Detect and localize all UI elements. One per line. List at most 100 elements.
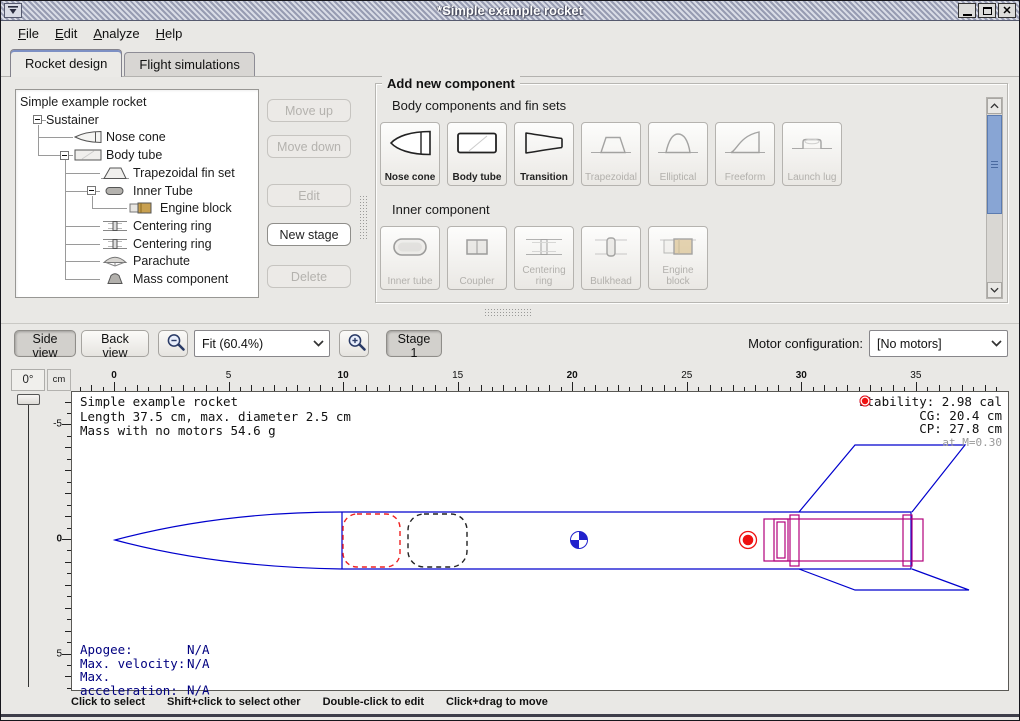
stability-info: Stability: 2.98 cal CG: 20.4 cm CP: 27.8…: [859, 395, 1002, 449]
zoom-out-icon: [165, 332, 187, 354]
component-tree[interactable]: Simple example rocketSustainer Nose coneB…: [15, 89, 259, 298]
mach-note: at M=0.30: [859, 436, 1002, 450]
tree-expander[interactable]: [33, 115, 42, 124]
tree-connector: [65, 279, 101, 280]
add-freeform-button[interactable]: Freeform: [715, 122, 775, 186]
add-engine-block-button[interactable]: Engine block: [648, 226, 708, 290]
mass-icon: [100, 272, 130, 291]
add-centering-ring-button[interactable]: Centering ring: [514, 226, 574, 290]
delete-button[interactable]: Delete: [267, 265, 351, 288]
innertube-icon: [100, 184, 130, 203]
tree-item-sustainer[interactable]: Sustainer: [46, 111, 99, 129]
add-bulkhead-button[interactable]: Bulkhead: [581, 226, 641, 290]
close-button[interactable]: ✕: [998, 3, 1016, 18]
ruler-tick: [572, 382, 573, 391]
ruler-label: 0: [56, 534, 62, 545]
tree-item-centering-ring[interactable]: Centering ring: [133, 217, 212, 235]
zoom-select[interactable]: Fit (60.4%): [194, 330, 330, 357]
nosecone-icon: [73, 130, 103, 149]
tree-connector: [38, 137, 74, 138]
maximize-button[interactable]: [978, 3, 996, 18]
tree-item-centering-ring[interactable]: Centering ring: [133, 235, 212, 253]
tree-item-body-tube[interactable]: Body tube: [106, 146, 162, 164]
tree-item-nose-cone[interactable]: Nose cone: [106, 128, 166, 146]
vertical-splitter[interactable]: [359, 195, 367, 239]
vertical-ruler: -505: [47, 391, 71, 691]
component-button-label: Elliptical: [660, 172, 697, 183]
menu-help[interactable]: Help: [149, 24, 190, 43]
component-button-label: Freeform: [725, 172, 766, 183]
component-scrollbar[interactable]: [986, 97, 1003, 299]
side-view-button[interactable]: Side view: [14, 330, 76, 357]
add-launch-lug-button[interactable]: Launch lug: [782, 122, 842, 186]
chevron-down-icon: [985, 340, 1007, 347]
component-button-label: Body tube: [453, 172, 502, 183]
zoom-in-button[interactable]: [339, 330, 369, 357]
motor-configuration-select[interactable]: [No motors]: [869, 330, 1008, 357]
rocket-outline: [115, 445, 969, 590]
stage-1-button[interactable]: Stage 1: [386, 330, 442, 357]
inner-component-row: Inner tubeCouplerCentering ringBulkheadE…: [380, 226, 708, 290]
tab-label: Rocket design: [25, 56, 107, 71]
rotation-slider-handle[interactable]: [17, 394, 40, 405]
ruler-tick: [916, 382, 917, 391]
ruler-label: 35: [910, 370, 921, 381]
add-component-title: Add new component: [382, 76, 520, 91]
menu-edit[interactable]: Edit: [48, 24, 84, 43]
ruler-label: 25: [681, 370, 692, 381]
tree-item-engine-block[interactable]: Engine block: [160, 199, 232, 217]
new-stage-button[interactable]: New stage: [267, 223, 351, 246]
ruler-tick: [343, 382, 344, 391]
menu-file[interactable]: File: [11, 24, 46, 43]
cg-value: CG: 20.4 cm: [919, 409, 1002, 423]
tree-connector: [65, 244, 101, 245]
back-view-button[interactable]: Back view: [81, 330, 149, 357]
motor-mount-outline: [764, 515, 923, 566]
nosecone-icon: [388, 127, 432, 159]
add-coupler-button[interactable]: Coupler: [447, 226, 507, 290]
zoom-in-icon: [346, 332, 368, 354]
tree-connector: [38, 155, 61, 156]
ruler-tick: [62, 654, 71, 655]
app-window: *Simple example rocket ✕ FileEditAnalyze…: [0, 0, 1020, 721]
tree-connector: [65, 173, 101, 174]
inner-component-label: Inner component: [392, 202, 490, 217]
tree-item-mass-component[interactable]: Mass component: [133, 270, 228, 288]
scroll-down-button[interactable]: [987, 282, 1002, 298]
move-up-button[interactable]: Move up: [267, 99, 351, 122]
add-nose-cone-button[interactable]: Nose cone: [380, 122, 440, 186]
add-transition-button[interactable]: Transition: [514, 122, 574, 186]
finset-icon: [100, 166, 130, 185]
ruler-label: 15: [452, 370, 463, 381]
tab-rocket-design[interactable]: Rocket design: [10, 49, 122, 77]
tree-item-inner-tube[interactable]: Inner Tube: [133, 182, 193, 200]
minimize-button[interactable]: [958, 3, 976, 18]
tree-connector: [65, 261, 101, 262]
menu-analyze[interactable]: Analyze: [86, 24, 146, 43]
action-button-column: Move up Move down Edit New stage Delete: [267, 97, 351, 297]
tree-item-trapezoidal-fin-set[interactable]: Trapezoidal fin set: [133, 164, 235, 182]
title-bar[interactable]: *Simple example rocket ✕: [1, 1, 1019, 21]
zoom-out-button[interactable]: [158, 330, 188, 357]
add-elliptical-button[interactable]: Elliptical: [648, 122, 708, 186]
rotation-slider-track: [28, 395, 29, 687]
tab-flight-simulations[interactable]: Flight simulations: [124, 52, 254, 76]
component-button-label: Trapezoidal: [585, 172, 637, 183]
move-down-button[interactable]: Move down: [267, 135, 351, 158]
horizontal-splitter[interactable]: [484, 308, 532, 316]
tree-item-parachute[interactable]: Parachute: [133, 252, 190, 270]
tree-expander[interactable]: [87, 186, 96, 195]
tree-item-simple-example-rocket[interactable]: Simple example rocket: [20, 93, 146, 111]
add-trapezoidal-button[interactable]: Trapezoidal: [581, 122, 641, 186]
add-body-tube-button[interactable]: Body tube: [447, 122, 507, 186]
rocket-canvas[interactable]: Simple example rocket Length 37.5 cm, ma…: [71, 391, 1009, 691]
add-inner-tube-button[interactable]: Inner tube: [380, 226, 440, 290]
status-hint: Click to select: [71, 696, 145, 708]
centeringring-icon: [100, 237, 130, 256]
tree-connector: [65, 226, 101, 227]
scroll-up-button[interactable]: [987, 98, 1002, 114]
scrollbar-thumb[interactable]: [987, 115, 1002, 214]
tab-label: Flight simulations: [139, 57, 239, 72]
tree-expander[interactable]: [60, 151, 69, 160]
edit-button[interactable]: Edit: [267, 184, 351, 207]
